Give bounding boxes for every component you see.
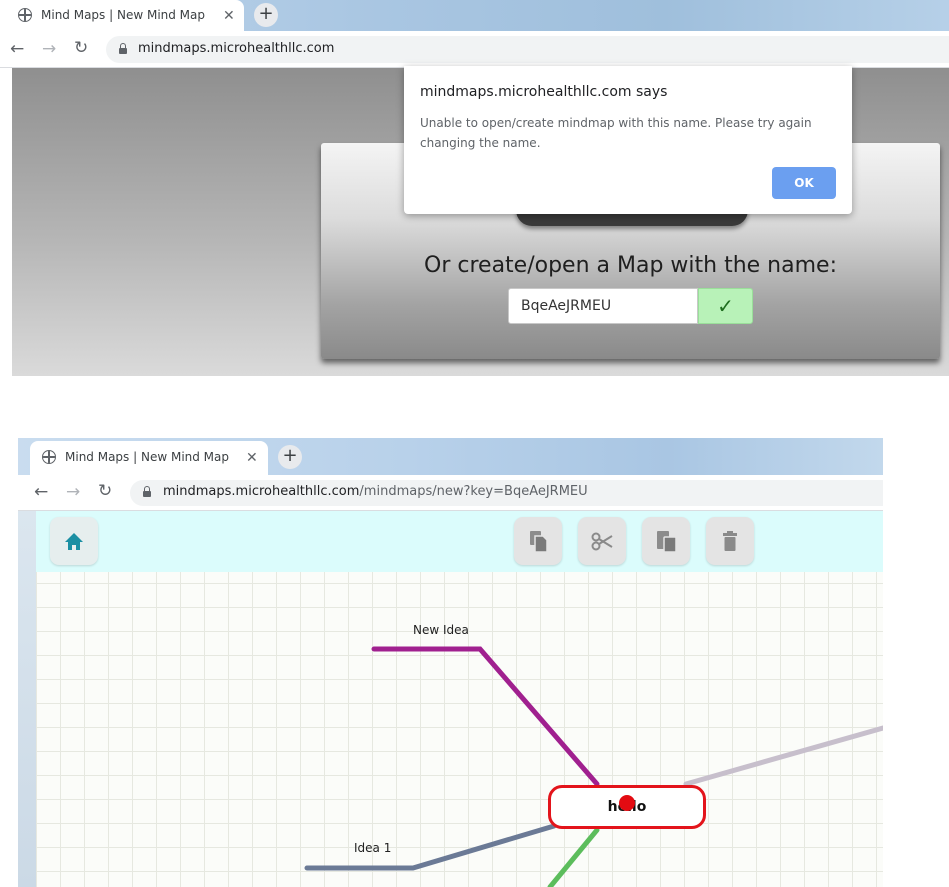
cut-button[interactable] — [578, 517, 626, 565]
home-icon — [65, 533, 83, 550]
lock-icon[interactable] — [119, 43, 127, 54]
dialog-message: Unable to open/create mindmap with this … — [420, 116, 812, 150]
branch-green[interactable] — [547, 827, 600, 887]
close-tab-icon[interactable]: ✕ — [246, 451, 258, 465]
reload-icon[interactable]: ↻ — [74, 40, 88, 57]
dialog-ok-button[interactable]: OK — [772, 167, 836, 199]
forward-arrow-icon[interactable]: → — [42, 41, 56, 58]
bottom-tab-title: Mind Maps | New Mind Map — [65, 450, 230, 464]
bottom-url[interactable]: mindmaps.microhealthllc.com/mindmaps/new… — [163, 484, 588, 499]
globe-icon — [42, 450, 56, 464]
root-node-handle[interactable] — [619, 795, 635, 811]
url-path: /mindmaps/new?key=BqeAeJRMEU — [359, 484, 588, 499]
back-arrow-icon[interactable]: ← — [10, 41, 24, 58]
node-idea-1[interactable]: Idea 1 — [354, 841, 391, 855]
map-name-input[interactable] — [508, 288, 698, 324]
delete-button[interactable] — [706, 517, 754, 565]
branch-new-idea[interactable] — [371, 646, 600, 787]
mindmap-branches — [304, 646, 883, 887]
check-icon: ✓ — [717, 294, 734, 318]
top-url[interactable]: mindmaps.microhealthllc.com — [138, 41, 334, 56]
copy-button[interactable] — [514, 517, 562, 565]
back-arrow-icon[interactable]: ← — [34, 484, 48, 501]
paste-button[interactable] — [642, 517, 690, 565]
mindmap-toolbar — [36, 511, 883, 572]
create-map-label: Or create/open a Map with the name: — [424, 253, 837, 278]
forward-arrow-icon[interactable]: → — [66, 484, 80, 501]
copy-icon — [530, 531, 548, 553]
scissors-icon — [591, 532, 613, 551]
new-tab-button[interactable]: + — [254, 3, 278, 27]
paste-icon — [657, 531, 677, 553]
globe-icon — [18, 8, 32, 22]
new-tab-button[interactable]: + — [278, 445, 302, 469]
branch-right[interactable] — [683, 725, 883, 787]
dialog-title: mindmaps.microhealthllc.com says — [420, 84, 668, 100]
trash-icon — [723, 531, 737, 551]
url-host: mindmaps.microhealthllc.com — [163, 484, 360, 499]
top-tab-title: Mind Maps | New Mind Map — [41, 8, 206, 22]
left-edge-strip — [18, 511, 36, 887]
confirm-check-button[interactable]: ✓ — [698, 288, 753, 324]
branch-idea-1[interactable] — [304, 823, 557, 871]
lock-icon[interactable] — [143, 486, 151, 497]
reload-icon[interactable]: ↻ — [98, 483, 112, 500]
close-tab-icon[interactable]: ✕ — [223, 9, 235, 23]
node-new-idea[interactable]: New Idea — [413, 623, 469, 637]
home-button[interactable] — [50, 517, 98, 565]
